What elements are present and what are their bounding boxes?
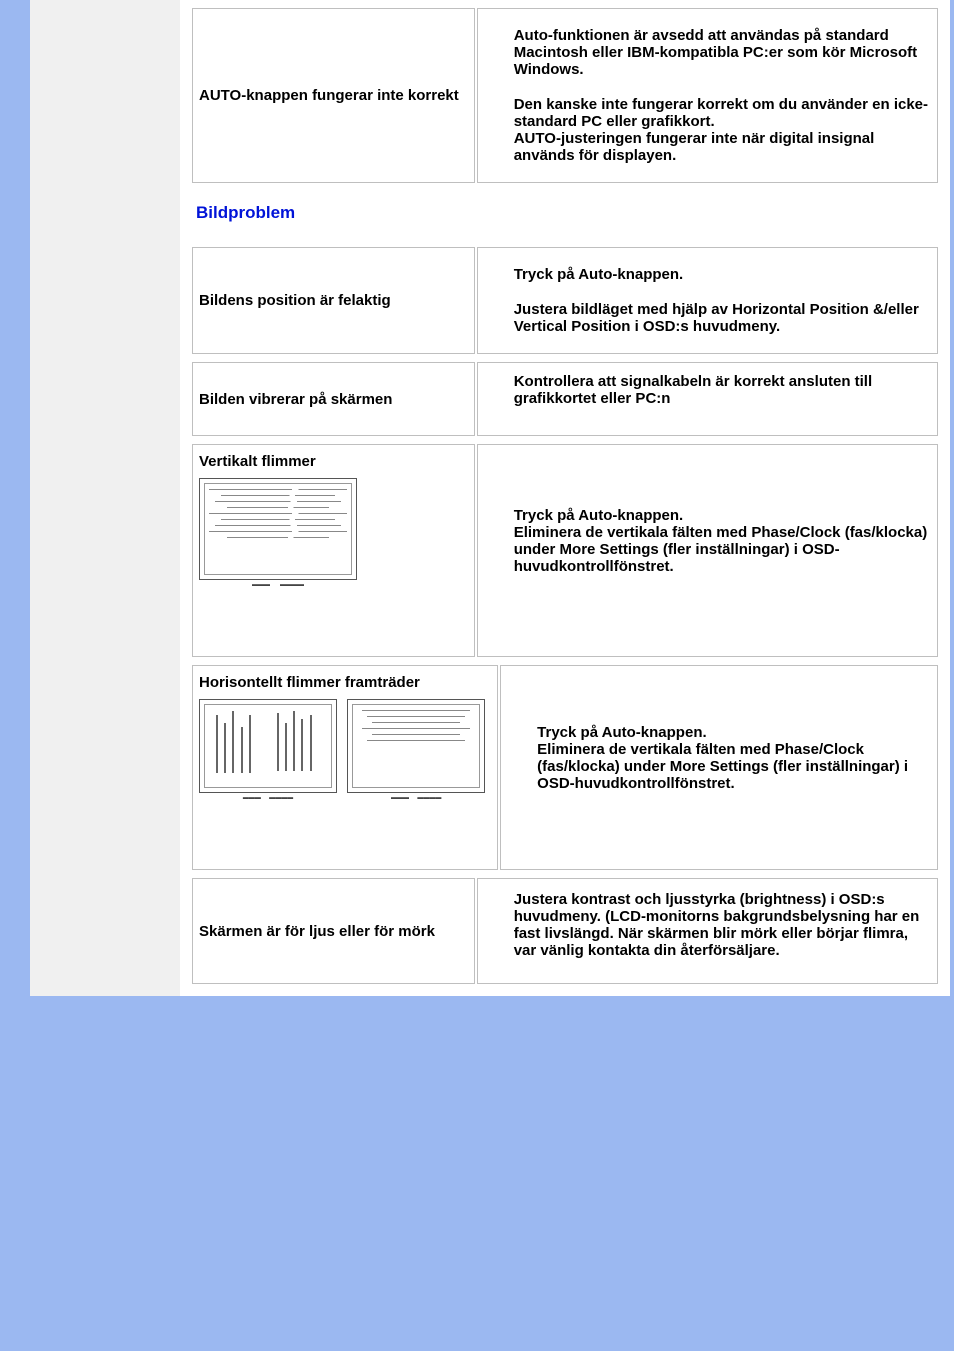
problem-label: Vertikalt flimmer [199,453,468,470]
solution-p2: Eliminera de vertikala fälten med Phase/… [514,524,928,575]
problem-cell: Vertikalt flimmer [192,444,475,657]
content-panel: AUTO-knappen fungerar inte korrekt Auto-… [180,0,950,996]
monitor-icon: ▬▬▬ ▬▬▬▬ [199,699,337,801]
troubleshoot-row-brightness: Skärmen är för ljus eller för mörk Juste… [190,876,940,986]
solution-text: Kontrollera att signalkabeln är korrekt … [477,362,938,436]
troubleshoot-row-vibrate: Bilden vibrerar på skärmen Kontrollera a… [190,360,940,438]
solution-text: Tryck på Auto-knappen. Eliminera de vert… [500,665,938,870]
troubleshoot-row-hflicker: Horisontellt flimmer framträder [190,663,940,872]
monitor-icon: ▬▬▬ ▬▬▬▬ [347,699,485,801]
problem-label: Bildens position är felaktig [192,247,475,354]
solution-text: Justera kontrast och ljusstyrka (brightn… [477,878,938,984]
troubleshoot-row-position: Bildens position är felaktig Tryck på Au… [190,245,940,356]
problem-label: AUTO-knappen fungerar inte korrekt [192,8,475,183]
solution-text: Tryck på Auto-knappen. Justera bildläget… [477,247,938,354]
troubleshoot-row-vflicker: Vertikalt flimmer [190,442,940,659]
solution-text: Tryck på Auto-knappen. Eliminera de vert… [477,444,938,657]
solution-text: Auto-funktionen är avsedd att användas p… [477,8,938,183]
problem-label: Skärmen är för ljus eller för mörk [192,878,475,984]
monitor-icon: ▬▬▬ ▬▬▬▬ [199,478,357,588]
solution-p1: Tryck på Auto-knappen. [514,266,929,283]
solution-p1: Tryck på Auto-knappen. [514,507,683,524]
problem-label: Bilden vibrerar på skärmen [192,362,475,436]
problem-label: Horisontellt flimmer framträder [199,674,491,691]
solution-p2: Justera bildläget med hjälp av Horizonta… [514,301,929,335]
solution-p2: Den kanske inte fungerar korrekt om du a… [514,96,929,164]
section-heading: Bildproblem [192,191,938,239]
solution-p1: Tryck på Auto-knappen. [537,724,706,741]
solution-p1: Auto-funktionen är avsedd att användas p… [514,27,929,78]
section-heading-row: Bildproblem [190,189,940,241]
problem-cell: Horisontellt flimmer framträder [192,665,498,870]
troubleshoot-row-auto: AUTO-knappen fungerar inte korrekt Auto-… [190,6,940,185]
solution-p2: Eliminera de vertikala fälten med Phase/… [537,741,908,792]
page-outer: AUTO-knappen fungerar inte korrekt Auto-… [30,0,950,996]
